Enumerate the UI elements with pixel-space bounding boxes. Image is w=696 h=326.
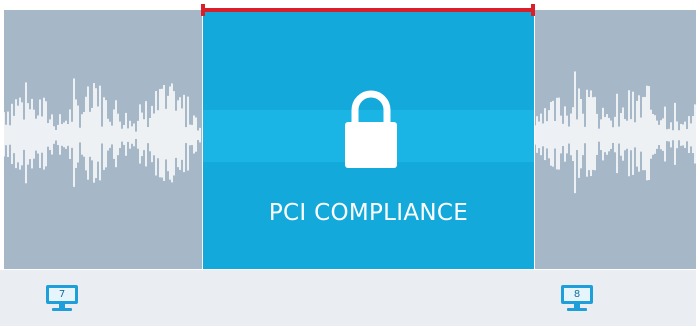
- timeline-footer: 7 8: [0, 270, 696, 326]
- monitor-icon[interactable]: 8: [561, 285, 593, 313]
- monitor-screen: 8: [561, 285, 593, 304]
- monitor-base: [567, 308, 587, 311]
- monitor-screen: 7: [46, 285, 78, 304]
- waveform-right-graphic: [535, 71, 696, 194]
- waveform-left: [4, 10, 202, 269]
- audio-timeline: PCI COMPLIANCE 7 8: [0, 0, 696, 326]
- monitor-number: 8: [564, 288, 590, 301]
- lock-icon: [345, 90, 397, 168]
- range-marker[interactable]: [200, 2, 536, 18]
- pci-compliance-segment[interactable]: PCI COMPLIANCE: [203, 10, 534, 269]
- monitor-base: [52, 308, 72, 311]
- monitor-icon[interactable]: 7: [46, 285, 78, 313]
- segment-label: PCI COMPLIANCE: [268, 200, 469, 226]
- waveform-right: [535, 10, 696, 269]
- waveform-left-graphic: [4, 78, 201, 187]
- monitor-number: 7: [49, 288, 75, 301]
